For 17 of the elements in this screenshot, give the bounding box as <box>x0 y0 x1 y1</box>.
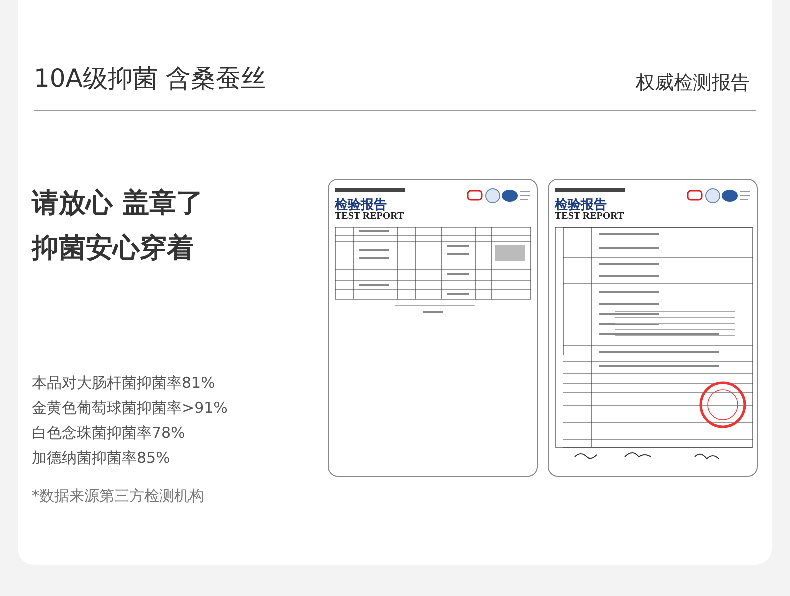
lab-name-bar <box>335 188 405 192</box>
result-line: 金黄色葡萄球菌抑菌率>91% <box>32 398 229 418</box>
result-line: 白色念珠菌抑菌率78% <box>32 422 186 444</box>
headline: 抑菌安心穿着 <box>32 232 195 266</box>
lab-name-bar <box>555 188 625 192</box>
headline: 请放心 盖章了 <box>32 186 204 220</box>
certification-logos-icon <box>687 188 751 204</box>
page-subtitle: 权威检测报告 <box>636 71 750 96</box>
result-line: 加德纳菌抑菌率85% <box>32 448 172 468</box>
result-line: 本品对大肠杆菌抑菌率81% <box>32 372 216 394</box>
certification-logos-icon <box>467 188 531 204</box>
footnote: *数据来源第三方检测机构 <box>32 486 206 506</box>
report-heading: 检验报告 <box>555 198 607 210</box>
report-heading-english: TEST REPORT <box>555 210 625 223</box>
page-title: 10A级抑菌 含桑蚕丝 <box>34 63 266 95</box>
report-heading: 检验报告 <box>335 198 387 210</box>
report-heading-english: TEST REPORT <box>335 210 405 223</box>
